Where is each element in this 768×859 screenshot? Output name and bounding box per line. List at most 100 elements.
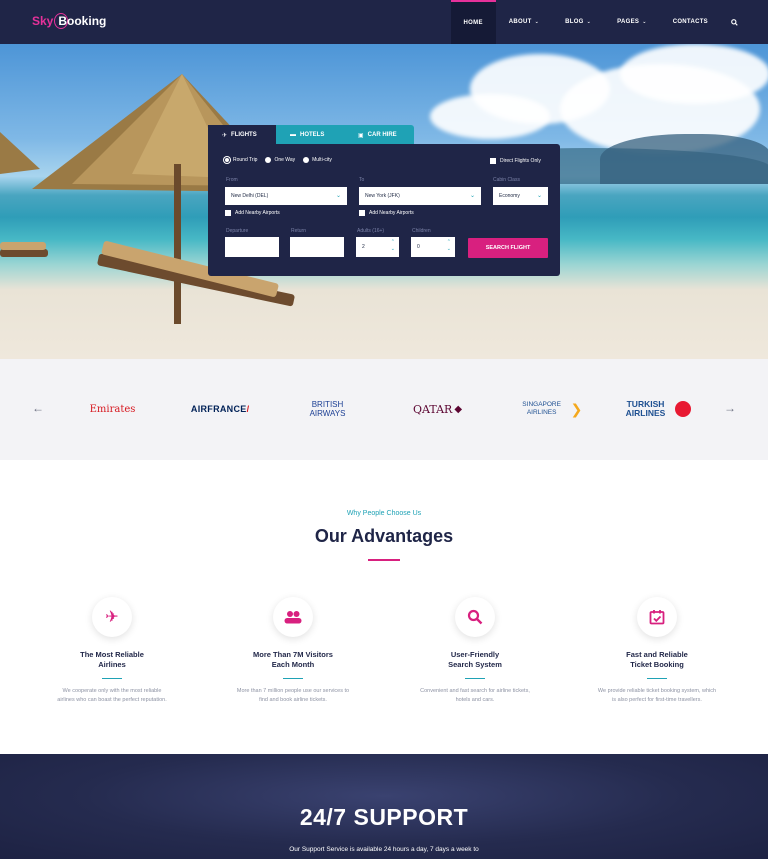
departure-input[interactable] bbox=[225, 237, 279, 257]
advantage-text-line: find and book airline tickets. bbox=[259, 697, 327, 703]
airline-name: BRITISH AIRWAYS bbox=[309, 400, 346, 418]
search-icon bbox=[455, 597, 495, 637]
advantage-item: ✈ The Most Reliable Airlines We cooperate… bbox=[22, 597, 202, 705]
nav-pages-label: PAGES bbox=[617, 19, 640, 25]
advantage-divider bbox=[283, 678, 303, 679]
nav-contacts[interactable]: CONTACTS bbox=[660, 0, 721, 44]
chevron-down-icon: ⌄ bbox=[469, 193, 475, 199]
advantage-text-line: We provide reliable ticket booking syste… bbox=[597, 688, 717, 694]
search-flight-label: SEARCH FLIGHT bbox=[485, 245, 531, 251]
radio-dot bbox=[265, 157, 272, 163]
tab-hotels-label: HOTELS bbox=[300, 132, 325, 138]
airline-logo-emirates[interactable]: Emirates bbox=[85, 394, 140, 424]
tab-hotels[interactable]: ▬ HOTELS bbox=[276, 125, 344, 145]
adults-stepper[interactable]: 2 ⌃ ⌄ bbox=[356, 237, 399, 257]
advantage-text-line: is also perfect for first-time traveller… bbox=[612, 697, 702, 703]
plane-icon: ✈ bbox=[92, 597, 132, 637]
advantage-item: User-Friendly Search System Convenient an… bbox=[385, 597, 565, 705]
chevron-down-icon: ⌄ bbox=[536, 193, 542, 199]
bed-icon: ▬ bbox=[290, 132, 296, 138]
advantage-item: More Than 7M Visitors Each Month More tha… bbox=[203, 597, 383, 705]
checkbox-box bbox=[359, 210, 365, 216]
section-title: Our Advantages bbox=[314, 526, 454, 546]
advantage-title-line: The Most Reliable bbox=[80, 650, 144, 659]
cabin-label: Cabin Class bbox=[493, 177, 520, 183]
nav-about-label: ABOUT bbox=[508, 19, 532, 25]
children-value: 0 bbox=[417, 244, 420, 250]
chevron-down-icon: ⌄ bbox=[586, 19, 592, 25]
cabin-select[interactable]: Economy ⌄ bbox=[493, 187, 548, 205]
advantage-text-line: airlines who can boast the perfect reput… bbox=[57, 697, 167, 703]
radio-label: Multi-city bbox=[312, 157, 332, 163]
bird-icon: ❯ bbox=[570, 400, 583, 417]
title-divider bbox=[368, 559, 400, 561]
nearby-to-checkbox[interactable]: Add Nearby Airports bbox=[359, 210, 414, 216]
direct-flights-checkbox[interactable]: Direct Flights Only bbox=[490, 158, 541, 164]
return-input[interactable] bbox=[290, 237, 344, 257]
adults-value: 2 bbox=[362, 244, 365, 250]
airline-name: SINGAPORE AIRLINES bbox=[522, 401, 561, 416]
radio-label: One Way bbox=[274, 157, 296, 163]
stepper-arrows-icon[interactable]: ⌃ ⌄ bbox=[391, 239, 395, 253]
radio-label: Round Trip bbox=[233, 157, 258, 163]
stepper-arrows-icon[interactable]: ⌃ ⌄ bbox=[447, 239, 451, 253]
tab-car-hire[interactable]: ▣ CAR HIRE bbox=[344, 125, 414, 145]
site-logo[interactable]: Sky Booking bbox=[32, 13, 106, 29]
checkbox-box bbox=[490, 158, 496, 164]
calendar-check-icon bbox=[637, 597, 677, 637]
radio-one-way[interactable]: One Way bbox=[265, 157, 295, 163]
advantage-title: User-Friendly Search System bbox=[385, 650, 565, 670]
return-label: Return bbox=[291, 228, 307, 234]
search-icon[interactable] bbox=[721, 0, 748, 44]
checkbox-box bbox=[225, 210, 231, 216]
users-icon bbox=[273, 597, 313, 637]
oryx-icon: ◆ bbox=[454, 403, 463, 415]
tab-flights[interactable]: ✈ FLIGHTS bbox=[208, 125, 276, 145]
advantage-title: More Than 7M Visitors Each Month bbox=[203, 650, 383, 670]
advantage-title-line: Search System bbox=[448, 660, 502, 669]
nav-about[interactable]: ABOUT ⌄ bbox=[496, 0, 552, 44]
advantage-divider bbox=[102, 678, 122, 679]
airline-logos-carousel: ← Emirates AIRFRANCE / BRITISH AIRWAYS Q… bbox=[0, 359, 768, 460]
logo-sky-text: Sky bbox=[32, 14, 54, 28]
from-select[interactable]: New Delhi (DEL) ⌄ bbox=[225, 187, 347, 205]
site-header: Sky Booking HOME ABOUT ⌄ BLOG ⌄ PAGES ⌄ CON… bbox=[0, 0, 768, 44]
children-label: Children bbox=[412, 228, 431, 234]
nav-blog[interactable]: BLOG ⌄ bbox=[552, 0, 604, 44]
advantage-title-line: User-Friendly bbox=[450, 650, 500, 659]
tab-flights-label: FLIGHTS bbox=[231, 132, 257, 138]
nearby-from-checkbox[interactable]: Add Nearby Airports bbox=[225, 210, 280, 216]
airline-logo-airfrance[interactable]: AIRFRANCE / bbox=[180, 394, 260, 424]
advantage-title-line: Each Month bbox=[271, 660, 315, 669]
airline-logo-turkish-airlines[interactable]: TURKISH AIRLINES bbox=[615, 394, 695, 424]
airline-name: TURKISH AIRLINES bbox=[625, 399, 666, 418]
chevron-down-icon: ⌄ bbox=[534, 19, 540, 25]
to-select[interactable]: New York (JFK) ⌄ bbox=[359, 187, 481, 205]
nav-blog-label: BLOG bbox=[565, 19, 584, 25]
advantage-text: Convenient and fast search for airline t… bbox=[385, 687, 565, 705]
trip-type-radios: Round Trip One Way Multi-city bbox=[224, 157, 332, 163]
radio-round-trip[interactable]: Round Trip bbox=[224, 157, 257, 163]
search-flight-button[interactable]: SEARCH FLIGHT bbox=[468, 238, 548, 258]
nav-home-label: HOME bbox=[463, 20, 483, 26]
airline-logo-singapore-airlines[interactable]: SINGAPORE AIRLINES ❯ bbox=[505, 394, 590, 424]
radio-multi-city[interactable]: Multi-city bbox=[303, 157, 332, 163]
airline-name: AIRFRANCE bbox=[190, 404, 247, 414]
advantage-text: We cooperate only with the most reliable… bbox=[22, 687, 202, 705]
advantage-text: We provide reliable ticket booking syste… bbox=[567, 687, 747, 705]
chevron-down-icon: ⌄ bbox=[642, 19, 647, 25]
search-tabs: ✈ FLIGHTS ▬ HOTELS ▣ CAR HIRE bbox=[208, 125, 414, 145]
arrow-right-icon[interactable]: → bbox=[724, 401, 736, 415]
nearby-to-label: Add Nearby Airports bbox=[369, 210, 414, 216]
plane-icon: ✈ bbox=[222, 132, 228, 139]
children-stepper[interactable]: 0 ⌃ ⌄ bbox=[411, 237, 455, 257]
nav-home[interactable]: HOME bbox=[450, 0, 496, 44]
nav-pages[interactable]: PAGES ⌄ bbox=[604, 0, 660, 44]
advantage-title-line: More Than 7M Visitors bbox=[253, 650, 333, 659]
car-icon: ▣ bbox=[358, 132, 364, 139]
airline-logo-qatar[interactable]: QATAR ◆ bbox=[400, 394, 475, 424]
from-value: New Delhi (DEL) bbox=[231, 193, 269, 199]
nearby-from-label: Add Nearby Airports bbox=[235, 210, 280, 216]
airline-logo-british-airways[interactable]: BRITISH AIRWAYS bbox=[290, 394, 365, 424]
arrow-left-icon[interactable]: ← bbox=[32, 401, 44, 415]
